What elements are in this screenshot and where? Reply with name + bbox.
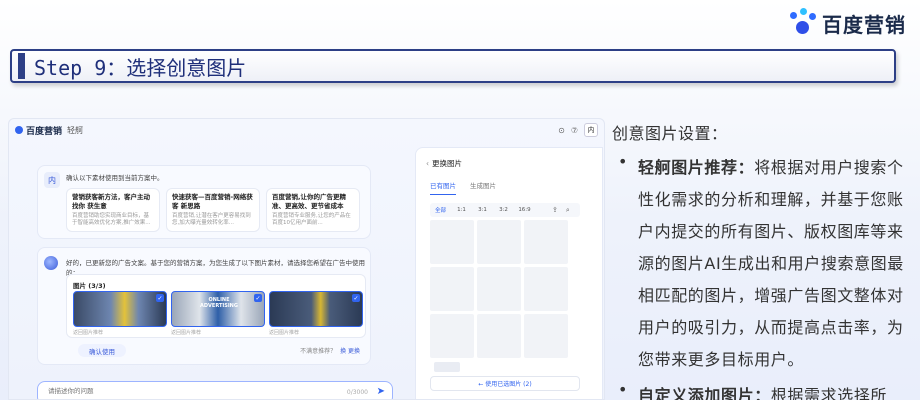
tab-generate-images[interactable]: 生成图片 bbox=[470, 180, 496, 195]
panel-tabs: 已有图片 生成图片 bbox=[430, 180, 496, 195]
copy-option-card[interactable]: 百度营销,让你的广告更精准、更高效、更节省成本 百度营销专业服务,让您的产品在百… bbox=[266, 188, 360, 232]
image-thumbnail[interactable]: ✓ bbox=[269, 291, 363, 327]
title-accent bbox=[18, 53, 25, 79]
copy-option-card[interactable]: 营销获客新方法，客户主动找你 获生意 百度营销助您实现商业目标，基于智能高效优化… bbox=[66, 188, 160, 232]
step-title-bar: Step 9：选择创意图片 bbox=[10, 49, 896, 83]
thumb-caption: 返回图片推荐 bbox=[269, 330, 300, 336]
brand-logo: 百度营销 bbox=[788, 8, 906, 38]
chat-input[interactable] bbox=[48, 387, 268, 395]
app-logo-text: 百度营销 bbox=[26, 126, 63, 137]
description-panel: 创意图片设置： 轻舸图片推荐：将根据对用户搜索个性化需求的分析和理解，并基于您账… bbox=[612, 120, 916, 400]
bullet-text: 根据需求选择所 bbox=[770, 386, 888, 400]
regenerate-link: 不满意推荐？换 更换 bbox=[300, 346, 360, 355]
message-text: 确认以下素材使用到当前方案中。 bbox=[66, 174, 164, 182]
image-thumbnail[interactable]: ONLINE ADVERTISING ✓ bbox=[171, 291, 265, 327]
search-icon[interactable]: ⌕ bbox=[566, 206, 570, 215]
images-label: 图片 (3/3) bbox=[73, 282, 106, 290]
thumb-caption: 返回图片推荐 bbox=[171, 330, 202, 336]
ratio-3-1[interactable]: 3:1 bbox=[472, 207, 493, 213]
image-cell[interactable] bbox=[477, 314, 521, 358]
ratio-all[interactable]: 全部 bbox=[430, 206, 451, 214]
baidu-paw-icon bbox=[788, 8, 818, 38]
page-title: Step 9：选择创意图片 bbox=[34, 55, 247, 80]
copy-option-card[interactable]: 快速获客—百度营销-网络获客 新思路 百度营销,让潜在客户更容易找到您,加大曝光… bbox=[166, 188, 260, 232]
brand-name: 百度营销 bbox=[822, 12, 906, 37]
bullet-text: 将根据对用户搜索个性化需求的分析和理解，并基于您账户内提交的所有图片、版权图库等… bbox=[638, 158, 904, 369]
not-satisfied-text: 不满意推荐？ bbox=[300, 348, 337, 355]
chat-message-assistant: 好的，已更新您的广告文案。基于您的营销方案，为您生成了以下图片素材，请选择您希望… bbox=[37, 247, 371, 365]
ratio-1-1[interactable]: 1:1 bbox=[451, 207, 472, 213]
panel-header: ‹ 更换图片 bbox=[426, 158, 462, 169]
checkbox-checked-icon[interactable]: ✓ bbox=[352, 294, 360, 302]
replace-image-panel: ‹更换图片 已有图片 生成图片 全部 1:1 3:1 3:2 16:9 ⇪ ⌕ bbox=[415, 147, 603, 399]
image-cell[interactable] bbox=[430, 314, 474, 358]
tab-existing-images[interactable]: 已有图片 bbox=[430, 180, 456, 195]
bullet-item: 自定义添加图片：根据需求选择所 bbox=[612, 380, 916, 400]
chat-message-user: 内 确认以下素材使用到当前方案中。 营销获客新方法，客户主动找你 获生意 百度营… bbox=[37, 165, 371, 239]
image-selection-box: 图片 (3/3) ✓ ONLINE ADVERTISING ✓ ✓ 返回图片推荐… bbox=[66, 274, 366, 338]
image-cell[interactable] bbox=[430, 267, 474, 311]
use-selected-images-button[interactable]: ← 使用已选图片 (2) bbox=[430, 376, 580, 391]
app-product-name: 轻舸 bbox=[67, 125, 84, 135]
thumb-caption: 返回图片推荐 bbox=[73, 330, 104, 336]
app-header: 百度营销 轻舸 ⊙ ⑦ 内 bbox=[9, 119, 604, 141]
image-cell[interactable] bbox=[524, 314, 568, 358]
settings-icon[interactable]: ⑦ bbox=[571, 126, 578, 135]
bullet-label: 自定义添加图片： bbox=[638, 386, 771, 400]
chat-input-box[interactable]: 0/3000 ➤ bbox=[37, 381, 393, 399]
upload-icon[interactable]: ⇪ bbox=[552, 206, 558, 215]
description-title: 创意图片设置： bbox=[612, 124, 728, 143]
app-screenshot: 百度营销 轻舸 ⊙ ⑦ 内 内 确认以下素材使用到当前方案中。 营销获客新方法，… bbox=[8, 118, 605, 400]
image-cell[interactable] bbox=[477, 220, 521, 264]
ratio-16-9[interactable]: 16:9 bbox=[514, 207, 535, 213]
checkbox-checked-icon[interactable]: ✓ bbox=[156, 294, 164, 302]
image-cell[interactable] bbox=[524, 220, 568, 264]
app-logo-icon bbox=[15, 126, 23, 134]
char-count: 0/3000 bbox=[346, 389, 368, 396]
image-cell[interactable] bbox=[430, 220, 474, 264]
bullet-label: 轻舸图片推荐： bbox=[638, 158, 755, 177]
card-title: 营销获客新方法，客户主动找你 获生意 bbox=[72, 193, 150, 210]
thumb-banner-text: ONLINE ADVERTISING bbox=[200, 297, 238, 309]
change-link[interactable]: 换 更换 bbox=[340, 348, 360, 355]
image-cell[interactable] bbox=[477, 267, 521, 311]
image-cell[interactable] bbox=[524, 267, 568, 311]
card-desc: 百度营销专业服务,让您的产品在百度10亿用户面前... bbox=[272, 212, 351, 227]
back-icon[interactable]: ‹ bbox=[426, 159, 429, 168]
bullet-item: 轻舸图片推荐：将根据对用户搜索个性化需求的分析和理解，并基于您账户内提交的所有图… bbox=[612, 152, 916, 376]
image-grid bbox=[430, 220, 568, 358]
assistant-avatar-icon bbox=[44, 256, 58, 270]
ratio-3-2[interactable]: 3:2 bbox=[493, 207, 514, 213]
send-icon[interactable]: ➤ bbox=[377, 386, 385, 397]
card-desc: 百度营销,让潜在客户更容易找到您,加大曝光量效转化率... bbox=[172, 212, 251, 227]
card-title: 快速获客—百度营销-网络获客 新思路 bbox=[172, 193, 253, 210]
card-title: 百度营销,让你的广告更精准、更高效、更节省成本 bbox=[272, 193, 346, 210]
confirm-use-button[interactable]: 确认使用 bbox=[78, 344, 126, 357]
panel-title: 更换图片 bbox=[432, 159, 462, 168]
card-desc: 百度营销助您实现商业目标，基于智能高效优化方案,推广效果... bbox=[72, 212, 151, 227]
checkbox-checked-icon[interactable]: ✓ bbox=[254, 294, 262, 302]
user-badge: 内 bbox=[44, 172, 60, 188]
image-thumbnail[interactable]: ✓ bbox=[73, 291, 167, 327]
selected-mini-thumbnails bbox=[434, 362, 460, 372]
avatar[interactable]: 内 bbox=[584, 123, 598, 137]
help-icon[interactable]: ⊙ bbox=[558, 126, 565, 135]
